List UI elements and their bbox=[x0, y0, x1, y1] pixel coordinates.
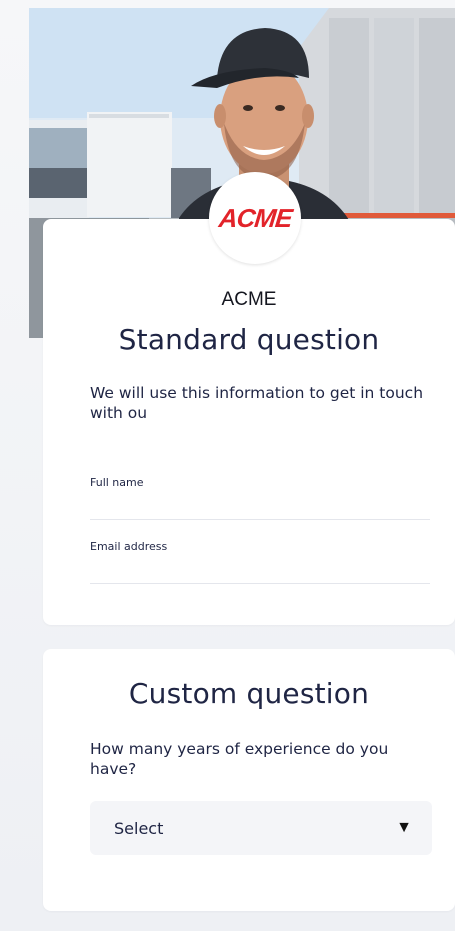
custom-question-text: How many years of experience do you have… bbox=[90, 740, 389, 778]
standard-question-description: We will use this information to get in t… bbox=[90, 384, 424, 422]
email-field[interactable]: Email address bbox=[90, 540, 430, 584]
email-label: Email address bbox=[90, 540, 168, 553]
email-input[interactable] bbox=[90, 553, 430, 583]
custom-question-title: Custom question bbox=[128, 677, 370, 710]
experience-select[interactable]: Select ▼ bbox=[90, 801, 432, 855]
standard-question-title: Standard question bbox=[118, 323, 380, 356]
company-name: ACME bbox=[221, 289, 277, 310]
triangle-down-icon: ▼ bbox=[396, 819, 412, 836]
acme-logo-wordmark: ACME bbox=[217, 202, 293, 233]
full-name-input[interactable] bbox=[90, 489, 430, 519]
full-name-label: Full name bbox=[90, 476, 144, 489]
full-name-field[interactable]: Full name bbox=[90, 476, 430, 520]
experience-select-value: Select bbox=[114, 818, 164, 838]
company-logo: ACME bbox=[209, 172, 301, 264]
job-application-page: ACME ACME Standard question We will use … bbox=[29, 8, 455, 931]
custom-question-card: Custom question How many years of experi… bbox=[43, 649, 455, 911]
standard-question-card: ACME Standard question We will use this … bbox=[43, 219, 455, 625]
